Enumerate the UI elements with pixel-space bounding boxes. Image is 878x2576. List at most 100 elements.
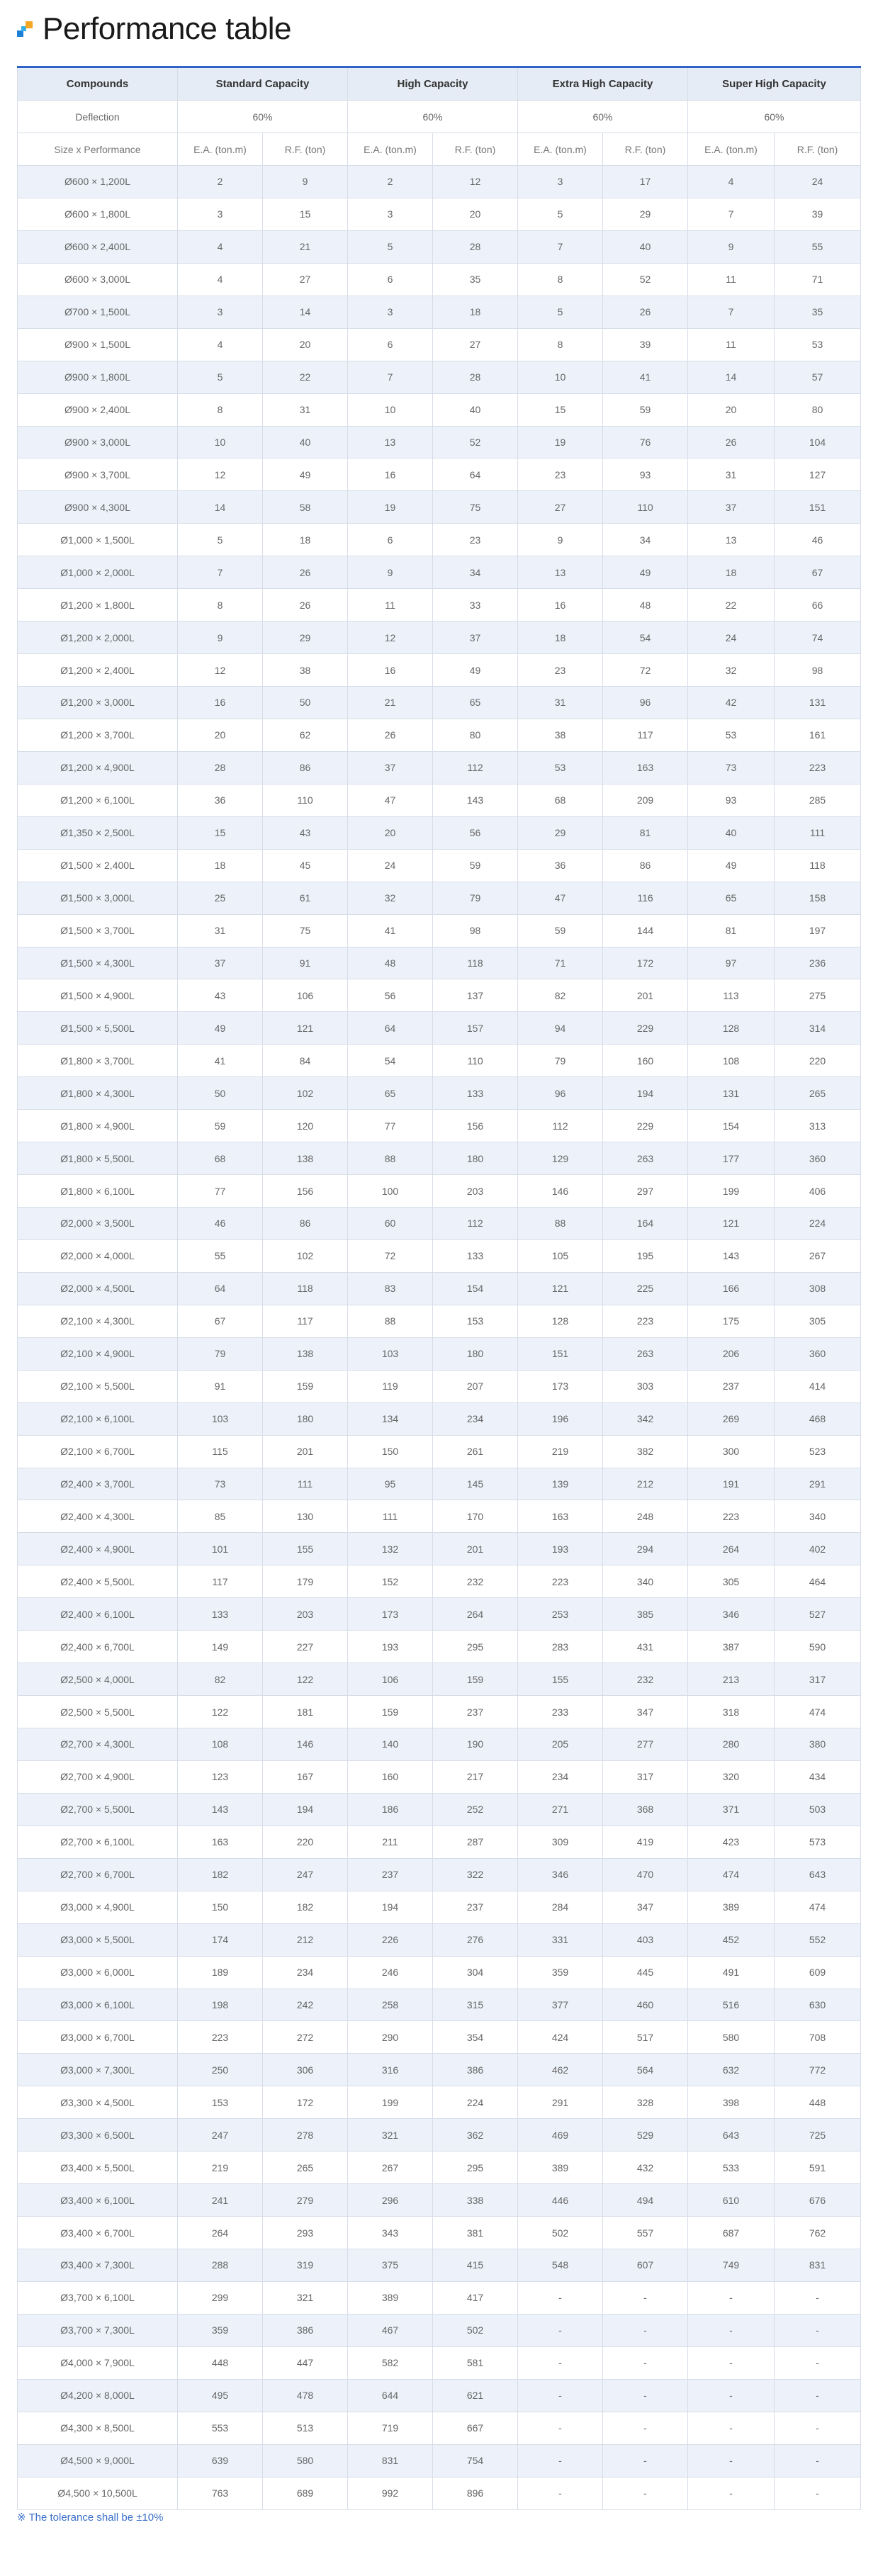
rf-cell: 754 (432, 2443, 518, 2477)
size-cell: Ø2,400 × 6,100L (17, 1597, 178, 1631)
rf-cell: 340 (773, 1500, 862, 1534)
rf-cell: 212 (262, 1923, 348, 1957)
ea-cell: 18 (517, 621, 603, 655)
tolerance-footnote: ※ The tolerance shall be ±10% (17, 2512, 164, 2524)
rf-cell: 314 (773, 1011, 862, 1045)
ea-cell: 143 (687, 1239, 775, 1273)
rf-cell: 223 (602, 1304, 688, 1338)
size-cell: Ø3,000 × 4,900L (17, 1890, 178, 1924)
rf-cell: 159 (262, 1369, 348, 1403)
size-cell: Ø600 × 2,400L (17, 230, 178, 264)
table-row: Ø3,400 × 7,300L 288 319 375 415 548 607 749 831 (17, 2249, 862, 2282)
ea-cell: 77 (177, 1174, 263, 1208)
table-row: Ø3,000 × 6,000L 189 234 246 304 359 445 491 609 (17, 1955, 862, 1989)
table-row: Ø3,400 × 6,700L 264 293 343 381 502 557 687 762 (17, 2216, 862, 2249)
table-row: Ø900 × 1,800L 5 22 7 28 10 41 14 57 (17, 360, 862, 394)
table-row: Ø3,400 × 5,500L 219 265 267 295 389 432 533 591 (17, 2151, 862, 2185)
ea-cell: 59 (177, 1109, 263, 1143)
size-cell: Ø1,000 × 2,000L (17, 556, 178, 590)
ea-cell: 91 (177, 1369, 263, 1403)
rf-cell: 53 (773, 327, 862, 361)
rf-cell: 172 (262, 2086, 348, 2120)
rf-cell: 201 (432, 1532, 518, 1566)
table-row: Ø1,800 × 4,300L 50 102 65 133 96 194 131 265 (17, 1076, 862, 1110)
ea-cell: 159 (347, 1695, 433, 1728)
table-row: Ø1,200 × 2,400L 12 38 16 49 23 72 32 98 (17, 653, 862, 687)
rf-cell: - (602, 2476, 688, 2510)
ea-cell: 18 (177, 848, 263, 882)
ea-cell: 150 (177, 1890, 263, 1924)
ea-cell: 267 (347, 2151, 433, 2185)
size-cell: Ø1,800 × 5,500L (17, 1142, 178, 1176)
ea-cell: 96 (517, 1076, 603, 1110)
ea-cell: 226 (347, 1923, 433, 1957)
ea-cell: 502 (517, 2216, 603, 2249)
rf-cell: 74 (773, 621, 862, 655)
table-row: Ø3,000 × 6,700L 223 272 290 354 424 517 580 708 (17, 2020, 862, 2054)
ea-cell: 88 (347, 1142, 433, 1176)
ea-cell: 12 (177, 653, 263, 687)
rf-cell: 40 (602, 230, 688, 264)
ea-cell: 269 (687, 1402, 775, 1436)
ea-cell: 119 (347, 1369, 433, 1403)
rf-cell: 59 (432, 848, 518, 882)
rf-cell: 322 (432, 1857, 518, 1891)
rf-cell: 86 (602, 848, 688, 882)
deflection-value: 60% (347, 100, 518, 133)
ea-cell: 7 (687, 295, 775, 329)
ea-cell: 117 (177, 1565, 263, 1599)
rf-cell: 261 (432, 1434, 518, 1468)
rf-cell: 49 (262, 458, 348, 492)
rf-cell: 667 (432, 2411, 518, 2445)
ea-cell: 3 (347, 197, 433, 231)
ea-cell: 11 (347, 588, 433, 622)
ea-cell: 12 (177, 458, 263, 492)
ea-cell: 377 (517, 1988, 603, 2022)
rf-cell: 46 (773, 523, 862, 557)
rf-cell: 293 (262, 2216, 348, 2249)
size-cell: Ø2,700 × 4,900L (17, 1760, 178, 1794)
rf-cell: 380 (773, 1728, 862, 1761)
size-cell: Ø3,000 × 5,500L (17, 1923, 178, 1957)
ea-cell: 177 (687, 1142, 775, 1176)
ea-cell: 182 (177, 1857, 263, 1891)
rf-cell: 236 (773, 946, 862, 980)
rf-cell: 590 (773, 1630, 862, 1664)
ea-cell: 23 (517, 458, 603, 492)
ea-cell: 219 (177, 2151, 263, 2185)
ea-cell: 6 (347, 327, 433, 361)
ea-cell: 55 (177, 1239, 263, 1273)
ea-cell: 189 (177, 1955, 263, 1989)
size-cell: Ø1,200 × 3,000L (17, 686, 178, 719)
rf-cell: 151 (773, 490, 862, 524)
ea-cell: 205 (517, 1728, 603, 1761)
ea-cell: 343 (347, 2216, 433, 2249)
rf-cell: 232 (602, 1663, 688, 1697)
rf-cell: 27 (432, 327, 518, 361)
ea-cell: 763 (177, 2476, 263, 2510)
rf-cell: 102 (262, 1076, 348, 1110)
ea-cell: 250 (177, 2053, 263, 2087)
rf-cell: 20 (432, 197, 518, 231)
rf-cell: 201 (262, 1434, 348, 1468)
header-row-groups: Compounds Standard Capacity High Capacit… (17, 67, 862, 101)
rf-cell: 643 (773, 1857, 862, 1891)
ea-cell: 5 (517, 295, 603, 329)
rf-cell: 102 (262, 1239, 348, 1273)
ea-cell: 8 (517, 327, 603, 361)
rf-cell: 59 (602, 393, 688, 427)
ea-cell: 321 (347, 2118, 433, 2152)
ea-cell: 140 (347, 1728, 433, 1761)
ea-cell: 398 (687, 2086, 775, 2120)
ea-cell: 206 (687, 1337, 775, 1371)
ea-cell: 271 (517, 1792, 603, 1826)
table-row: Ø1,200 × 3,700L 20 62 26 80 38 117 53 161 (17, 718, 862, 752)
ea-cell: 258 (347, 1988, 433, 2022)
ea-cell: 831 (347, 2443, 433, 2477)
size-cell: Ø2,100 × 5,500L (17, 1369, 178, 1403)
table-row: Ø1,200 × 3,000L 16 50 21 65 31 96 42 131 (17, 686, 862, 719)
rf-cell: 144 (602, 913, 688, 947)
size-cell: Ø2,700 × 5,500L (17, 1792, 178, 1826)
rf-cell: 229 (602, 1011, 688, 1045)
ea-cell: 79 (517, 1044, 603, 1078)
